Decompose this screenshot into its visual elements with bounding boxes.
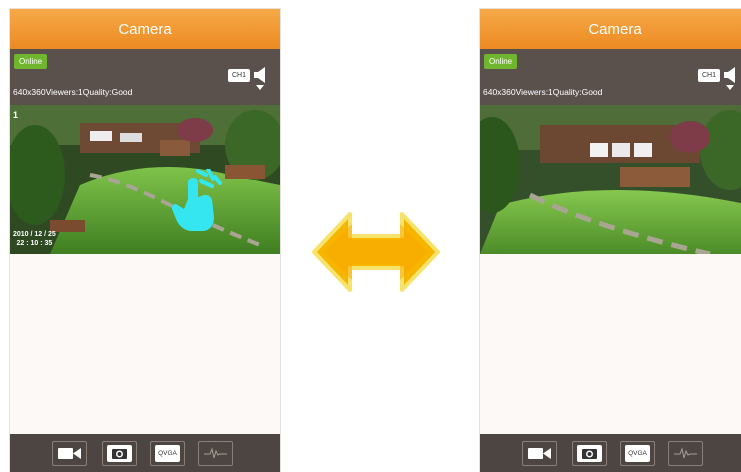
status-bar: Online CH1 640x360Viewers:1Quality:Good <box>10 49 280 105</box>
speaker-icon[interactable] <box>254 67 268 83</box>
waveform-icon <box>204 447 227 459</box>
online-badge: Online <box>484 54 518 69</box>
waveform-icon <box>674 447 697 459</box>
resolution-label: QVGA <box>628 450 647 457</box>
camera-icon <box>582 449 597 459</box>
title-bar: Camera <box>10 9 280 49</box>
live-video-view[interactable]: 1 2010 / 12 / 25 22 : 10 : 35 <box>10 105 280 254</box>
title-bar: Camera <box>480 9 741 49</box>
snapshot-button[interactable] <box>572 441 607 466</box>
phone-screen-right: Camera Online CH1 640x360Viewers:1Qualit… <box>480 9 741 472</box>
live-video-view-zoomed[interactable] <box>480 105 741 254</box>
phone-screen-left: Camera Online CH1 640x360Viewers:1Qualit… <box>10 9 280 472</box>
channel-number: 1 <box>13 110 19 120</box>
record-button[interactable] <box>52 441 87 466</box>
status-bar: Online CH1 640x360Viewers:1Quality:Good <box>480 49 741 105</box>
garden-video-frame-zoomed <box>480 105 741 254</box>
snapshot-button[interactable] <box>102 441 137 466</box>
camera-icon <box>112 449 127 459</box>
chevron-down-icon[interactable] <box>726 85 734 90</box>
bottom-toolbar: QVGA <box>10 434 280 472</box>
stream-info: 640x360Viewers:1Quality:Good <box>13 87 133 97</box>
stream-info: 640x360Viewers:1Quality:Good <box>483 87 603 97</box>
video-timestamp: 2010 / 12 / 25 22 : 10 : 35 <box>13 230 56 248</box>
record-button[interactable] <box>522 441 557 466</box>
bottom-toolbar: QVGA <box>480 434 741 472</box>
resolution-button[interactable]: QVGA <box>620 441 655 466</box>
online-badge: Online <box>14 54 48 69</box>
video-camera-icon <box>58 448 81 459</box>
swap-arrow-icon <box>312 212 440 292</box>
channel-selector[interactable]: CH1 <box>698 69 720 82</box>
timestamp-date: 2010 / 12 / 25 <box>13 231 56 238</box>
resolution-label: QVGA <box>158 450 177 457</box>
timestamp-time: 22 : 10 : 35 <box>16 240 53 247</box>
page-title: Camera <box>588 21 642 38</box>
channel-selector[interactable]: CH1 <box>228 69 250 82</box>
audio-button[interactable] <box>668 441 703 466</box>
audio-button[interactable] <box>198 441 233 466</box>
pinch-gesture-icon <box>171 169 222 231</box>
video-camera-icon <box>528 448 551 459</box>
page-title: Camera <box>118 21 172 38</box>
chevron-down-icon[interactable] <box>256 85 264 90</box>
resolution-button[interactable]: QVGA <box>150 441 185 466</box>
speaker-icon[interactable] <box>724 67 738 83</box>
